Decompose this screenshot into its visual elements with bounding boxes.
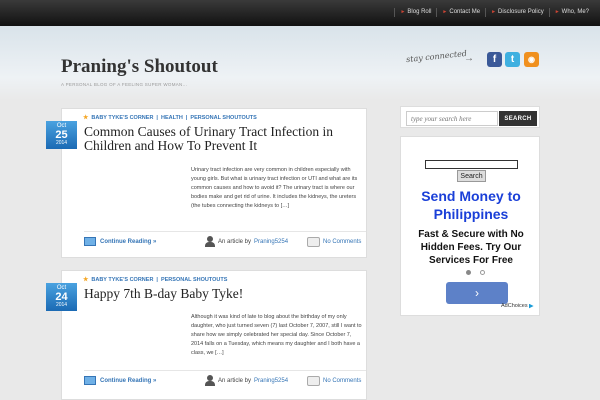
star-icon: ★ [83, 277, 89, 283]
twitter-icon[interactable]: t [505, 52, 520, 67]
date-year: 2014 [55, 302, 68, 308]
separator: | [156, 276, 158, 283]
search-button[interactable]: SEARCH [499, 111, 537, 126]
arrow-icon: ► [554, 9, 560, 15]
post-card: ★ BABY TYKE'S CORNER | HEALTH | PERSONAL… [46, 108, 369, 258]
continue-reading-link[interactable]: Continue Reading » [84, 376, 205, 385]
ad-carousel-dot[interactable] [466, 270, 471, 275]
post-footer: Continue Reading » An article by Praning… [84, 231, 366, 251]
post-card: ★ BABY TYKE'S CORNER | PERSONAL SHOUTOUT… [46, 270, 369, 400]
star-icon: ★ [83, 115, 89, 121]
sidebar-ad: Search Send Money to Philippines Fast & … [400, 136, 540, 316]
adchoices-icon [528, 303, 534, 309]
separator: | [156, 114, 158, 121]
category-link[interactable]: BABY TYKE'S CORNER [91, 115, 153, 121]
ad-go-button[interactable]: › [446, 282, 508, 304]
post-footer: Continue Reading » An article by Praning… [84, 370, 366, 390]
facebook-icon[interactable]: f [487, 52, 502, 67]
rss-icon[interactable]: ◉ [524, 52, 539, 67]
comment-icon [307, 236, 321, 247]
author-label: An article by [218, 238, 252, 245]
post-categories: ★ BABY TYKE'S CORNER | PERSONAL SHOUTOUT… [83, 276, 227, 284]
date-day: 24 [55, 291, 68, 303]
sidebar-search: SEARCH [400, 106, 540, 128]
arrow-icon: ► [400, 9, 406, 15]
category-link[interactable]: PERSONAL SHOUTOUTS [190, 115, 256, 121]
site-header: Praning's Shoutout A PERSONAL BLOG OF A … [0, 26, 600, 100]
category-link[interactable]: BABY TYKE'S CORNER [91, 277, 153, 283]
adchoices-link[interactable]: AdChoices [501, 303, 534, 309]
post-title[interactable]: Common Causes of Urinary Tract Infection… [84, 125, 369, 153]
author-icon [205, 236, 215, 247]
ad-carousel-dot[interactable] [480, 270, 485, 275]
date-year: 2014 [55, 140, 68, 146]
arrow-right-icon: → [464, 53, 474, 64]
post-date: Oct 25 2014 [46, 121, 77, 149]
author-label: An article by [218, 377, 252, 384]
arrow-icon: ► [442, 9, 448, 15]
continue-reading-icon [84, 376, 96, 385]
site-tagline: A PERSONAL BLOG OF A FEELING SUPER WOMAN… [61, 82, 188, 87]
continue-reading-icon [84, 237, 96, 246]
topnav-who-me[interactable]: ► Who, Me? [548, 8, 594, 17]
post-categories: ★ BABY TYKE'S CORNER | HEALTH | PERSONAL… [83, 114, 257, 122]
author-link[interactable]: Praning5254 [254, 239, 307, 245]
ad-title[interactable]: Send Money to Philippines [401, 187, 541, 223]
arrow-icon: ► [491, 9, 497, 15]
site-title[interactable]: Praning's Shoutout [61, 56, 218, 78]
topnav-disclosure-policy[interactable]: ► Disclosure Policy [485, 8, 549, 17]
ad-body: Fast & Secure with No Hidden Fees. Try O… [418, 229, 524, 266]
topnav-blog-roll[interactable]: ► Blog Roll [394, 8, 436, 17]
author-link[interactable]: Praning5254 [254, 378, 307, 384]
comments-link[interactable]: No Comments [323, 378, 361, 384]
comment-icon [307, 375, 321, 386]
author-icon [205, 375, 215, 386]
category-link[interactable]: HEALTH [161, 115, 183, 121]
post-excerpt: Urinary tract infection are very common … [191, 167, 358, 209]
top-bar: ► Blog Roll ► Contact Me ► Disclosure Polic… [0, 0, 600, 26]
post-date: Oct 24 2014 [46, 283, 77, 311]
separator: | [185, 114, 188, 121]
post-excerpt: Although it was kind of late to blog abo… [191, 314, 362, 356]
ad-search-input[interactable] [425, 160, 518, 169]
ad-search-button[interactable]: Search [457, 170, 486, 182]
search-input[interactable] [406, 111, 498, 126]
category-link[interactable]: PERSONAL SHOUTOUTS [161, 277, 227, 283]
comments-link[interactable]: No Comments [323, 239, 361, 245]
top-nav: ► Blog Roll ► Contact Me ► Disclosure Polic… [394, 8, 594, 17]
stay-connected-label: stay connected [405, 48, 468, 65]
continue-reading-link[interactable]: Continue Reading » [84, 237, 205, 246]
post-title[interactable]: Happy 7th B-day Baby Tyke! [84, 287, 369, 301]
topnav-contact-me[interactable]: ► Contact Me [436, 8, 485, 17]
date-day: 25 [55, 129, 68, 141]
